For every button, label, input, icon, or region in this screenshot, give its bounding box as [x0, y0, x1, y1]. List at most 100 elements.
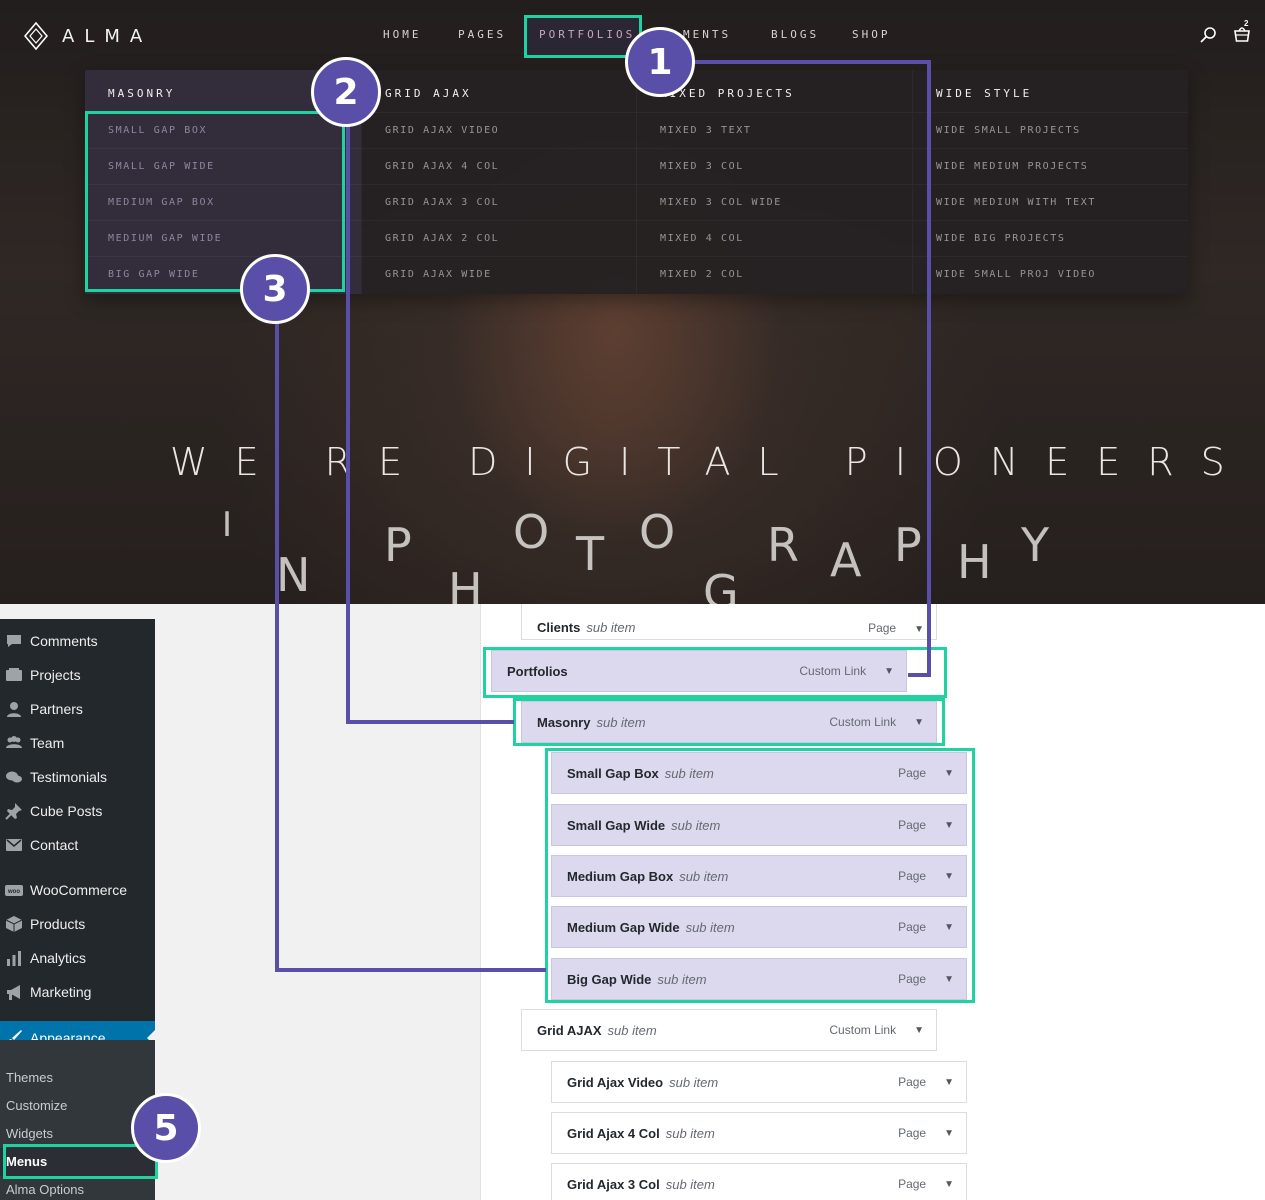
mega-item[interactable]: WIDE SMALL PROJ VIDEO: [913, 256, 1188, 292]
sidebar-item-cube-posts[interactable]: Cube Posts: [0, 794, 155, 828]
submenu-customize[interactable]: Customize: [0, 1092, 155, 1120]
sidebar-item-contact[interactable]: Contact: [0, 828, 155, 862]
sidebar-item-team[interactable]: Team: [0, 726, 155, 760]
menu-item-type: Page: [898, 1177, 927, 1191]
menu-item-subtitle: sub item: [665, 1176, 715, 1192]
mega-heading[interactable]: MASONRY: [108, 87, 175, 100]
cart-count-badge: 2: [1244, 19, 1249, 28]
sidebar-item-label: Analytics: [30, 950, 87, 966]
sidebar-item-woocommerce[interactable]: woo WooCommerce: [0, 873, 155, 907]
step-badge-2: 2: [311, 57, 381, 127]
comment-icon: [4, 632, 24, 650]
sidebar-item-analytics[interactable]: Analytics: [0, 941, 155, 975]
mega-item[interactable]: MIXED 2 COL: [637, 256, 912, 292]
sidebar-item-label: Products: [30, 916, 86, 932]
sidebar-item-marketing[interactable]: Marketing: [0, 975, 155, 1009]
svg-text:woo: woo: [7, 889, 20, 895]
submenu-themes[interactable]: Themes: [0, 1064, 155, 1092]
menus-highlight-frame: [3, 1144, 158, 1179]
portfolios-highlight-frame: [524, 15, 642, 58]
sidebar-item-label: Team: [30, 735, 65, 751]
sidebar-item-comments[interactable]: Comments: [0, 624, 155, 658]
hero-letter: H: [957, 535, 992, 589]
hero-letter: P: [894, 518, 922, 572]
mega-item[interactable]: GRID AJAX 3 COL: [362, 184, 637, 220]
nav-home[interactable]: HOME: [383, 28, 422, 41]
hero-letter: O: [639, 505, 676, 559]
sidebar-item-label: Partners: [30, 701, 83, 717]
chevron-down-icon[interactable]: ▼: [944, 1128, 954, 1139]
hero-letter: T: [576, 527, 605, 581]
menu-item-title: Grid Ajax Video: [567, 1074, 664, 1090]
menu-item-type: Custom Link: [829, 1023, 897, 1037]
mega-item[interactable]: MIXED 3 TEXT: [637, 112, 912, 148]
masonry-item-highlight-frame: [513, 698, 945, 746]
hero-letter: P: [384, 518, 412, 572]
mega-item[interactable]: MIXED 3 COL WIDE: [637, 184, 912, 220]
chevron-down-icon[interactable]: ▼: [914, 1025, 924, 1036]
nav-blogs[interactable]: BLOGS: [771, 28, 819, 41]
masonry-subitems-highlight-frame: [545, 748, 975, 1003]
analytics-icon: [4, 949, 24, 967]
hero-letter: N: [276, 548, 311, 602]
chevron-down-icon[interactable]: ▼: [944, 1077, 954, 1088]
sidebar-item-projects[interactable]: Projects: [0, 658, 155, 692]
hero-headline: WE RE DIGITAL PIONEERS: [170, 440, 1252, 484]
testimonials-icon: [4, 768, 24, 786]
hero-letter: Y: [1021, 518, 1050, 572]
menu-item-type: Page: [898, 1075, 927, 1089]
nav-shop[interactable]: SHOP: [852, 28, 891, 41]
hero-letter: G: [703, 565, 739, 604]
diamond-logo-icon: [24, 22, 48, 50]
mega-item[interactable]: GRID AJAX 2 COL: [362, 220, 637, 256]
hero-letter: O: [513, 505, 550, 559]
masonry-items-highlight-frame: [85, 111, 345, 292]
mail-icon: [4, 836, 24, 854]
team-icon: [4, 734, 24, 752]
nav-pages[interactable]: PAGES: [458, 28, 506, 41]
hero-letter: A: [830, 533, 862, 587]
mega-item[interactable]: GRID AJAX WIDE: [362, 256, 637, 292]
mega-heading[interactable]: GRID AJAX: [385, 87, 472, 100]
sidebar-item-testimonials[interactable]: Testimonials: [0, 760, 155, 794]
mega-item[interactable]: MIXED 4 COL: [637, 220, 912, 256]
mega-item[interactable]: WIDE SMALL PROJECTS: [913, 112, 1188, 148]
search-icon[interactable]: [1199, 26, 1217, 44]
menu-item-grid-ajax-3-col[interactable]: Grid Ajax 3 Col sub item Page ▼: [551, 1163, 967, 1200]
woo-icon: woo: [4, 881, 24, 899]
mega-item[interactable]: WIDE BIG PROJECTS: [913, 220, 1188, 256]
sidebar-item-label: Testimonials: [30, 769, 108, 785]
menu-item-title: Clients: [537, 620, 581, 635]
mega-item[interactable]: GRID AJAX VIDEO: [362, 112, 637, 148]
site-logo[interactable]: ALMA: [24, 22, 152, 50]
logo-text: ALMA: [62, 25, 153, 47]
mega-column-wide-style: WIDE STYLE WIDE SMALL PROJECTS WIDE MEDI…: [912, 70, 1188, 294]
hero-letter: R: [767, 518, 799, 572]
products-icon: [4, 915, 24, 933]
menu-item-clients[interactable]: Clients sub item Page ▼: [521, 604, 937, 640]
nav-elements[interactable]: MENTS: [683, 28, 731, 41]
menu-item-grid-ajax-4-col[interactable]: Grid Ajax 4 Col sub item Page ▼: [551, 1112, 967, 1154]
sidebar-item-partners[interactable]: Partners: [0, 692, 155, 726]
chevron-down-icon[interactable]: ▼: [944, 1179, 954, 1190]
menu-item-type: Page: [898, 1126, 927, 1140]
menu-item-title: Grid Ajax 4 Col: [567, 1125, 660, 1141]
step-badge-5: 5: [131, 1093, 201, 1163]
chevron-down-icon[interactable]: ▼: [914, 624, 924, 635]
admin-content-gutter: [155, 619, 481, 1200]
menu-item-grid-ajax-video[interactable]: Grid Ajax Video sub item Page ▼: [551, 1061, 967, 1103]
menu-item-title: Grid Ajax 3 Col: [567, 1176, 660, 1192]
sidebar-item-products[interactable]: Products: [0, 907, 155, 941]
mega-item[interactable]: WIDE MEDIUM WITH TEXT: [913, 184, 1188, 220]
menu-item-grid-ajax[interactable]: Grid AJAX sub item Custom Link ▼: [521, 1009, 937, 1051]
submenu-alma-options[interactable]: Alma Options: [0, 1176, 155, 1200]
website-preview: ALMA HOME PAGES PORTFOLIOS MENTS BLOGS S…: [0, 0, 1265, 604]
mega-item[interactable]: WIDE MEDIUM PROJECTS: [913, 148, 1188, 184]
mega-column-mixed-projects: MIXED PROJECTS MIXED 3 TEXT MIXED 3 COL …: [636, 70, 912, 294]
menu-item-type: Page: [868, 621, 897, 635]
cart-icon[interactable]: [1232, 24, 1252, 44]
mega-item[interactable]: MIXED 3 COL: [637, 148, 912, 184]
hero-letter: H: [448, 563, 483, 604]
mega-heading[interactable]: WIDE STYLE: [936, 87, 1032, 100]
mega-item[interactable]: GRID AJAX 4 COL: [362, 148, 637, 184]
